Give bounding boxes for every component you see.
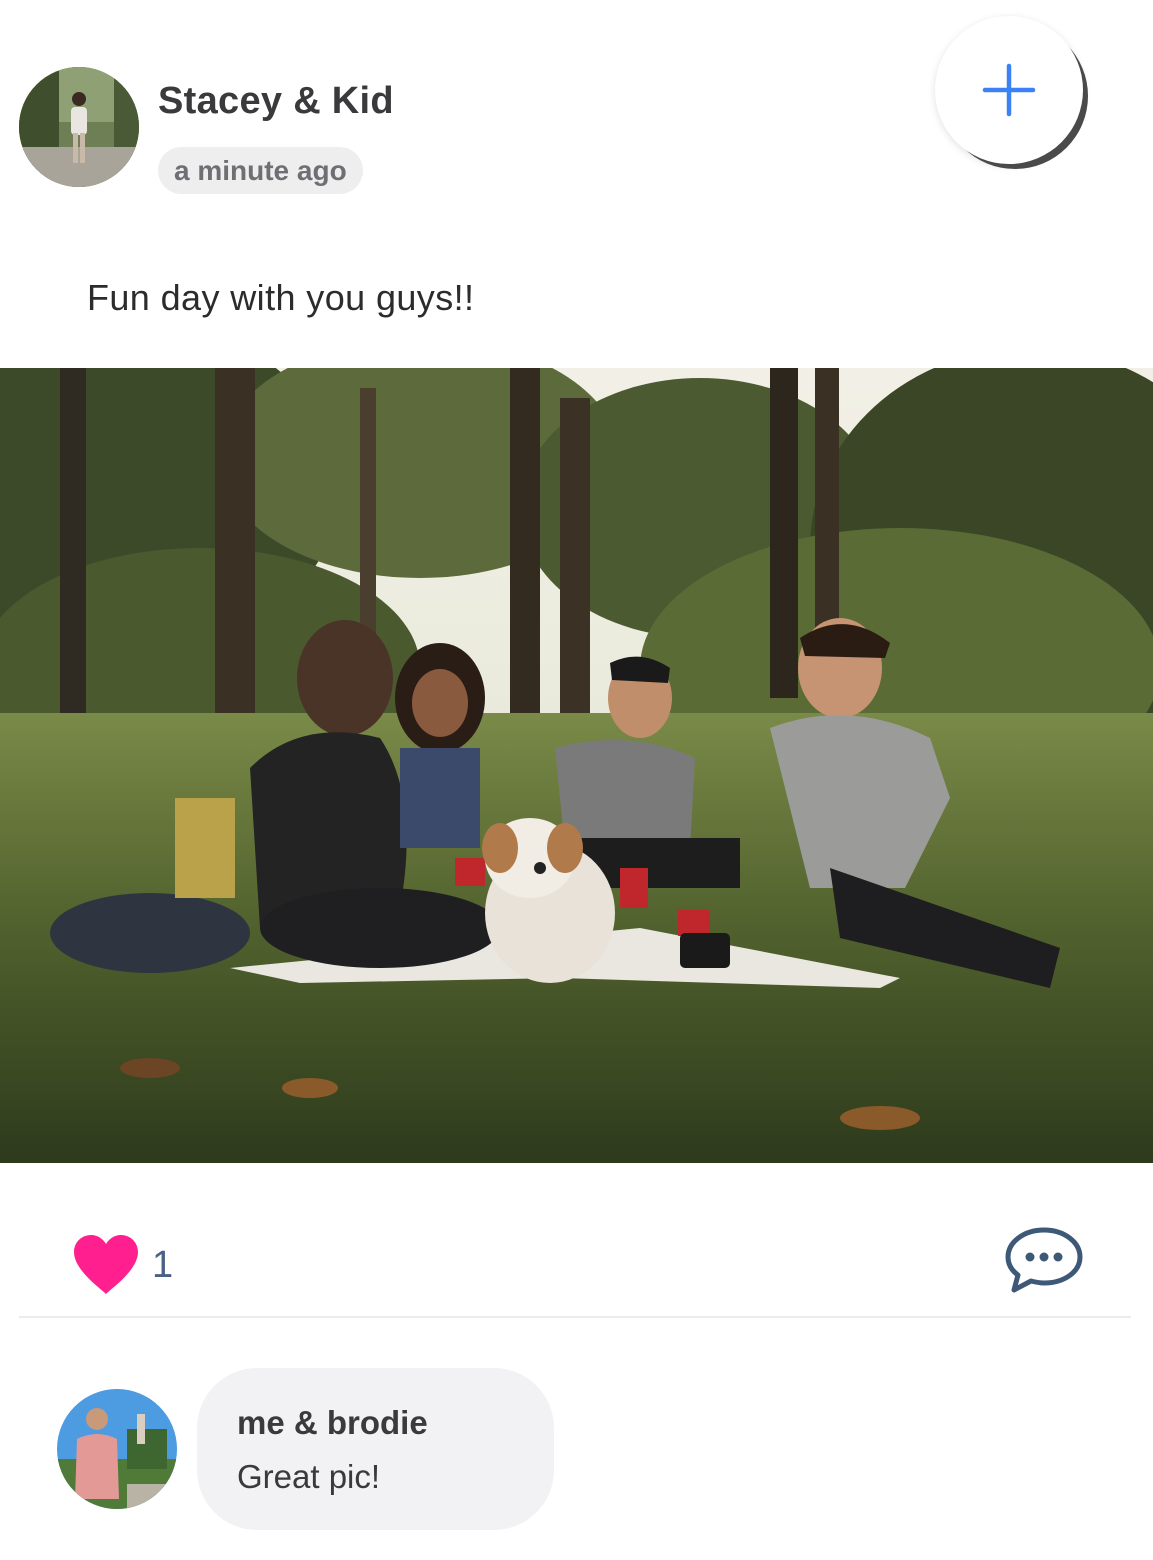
like-count: 1 bbox=[152, 1244, 174, 1286]
comment-button[interactable] bbox=[1003, 1225, 1085, 1295]
commenter-avatar-image bbox=[57, 1389, 177, 1509]
chat-bubble-icon bbox=[1005, 1227, 1083, 1293]
plus-icon bbox=[982, 63, 1036, 117]
like-button[interactable] bbox=[72, 1234, 140, 1296]
heart-icon bbox=[74, 1235, 138, 1294]
comment-author[interactable]: me & brodie bbox=[237, 1404, 428, 1442]
post-timestamp: a minute ago bbox=[158, 147, 363, 194]
comment-bubble: me & brodie Great pic! bbox=[197, 1368, 554, 1530]
author-name[interactable]: Stacey & Kid bbox=[158, 80, 394, 123]
add-post-button[interactable] bbox=[935, 16, 1083, 164]
picnic-photo bbox=[0, 368, 1153, 1163]
comment-text: Great pic! bbox=[237, 1458, 381, 1495]
post-caption: Fun day with you guys!! bbox=[87, 277, 475, 318]
author-avatar-image bbox=[19, 67, 139, 187]
post-screen: Stacey & Kid a minute ago Fun day with y… bbox=[0, 0, 1153, 1560]
divider bbox=[19, 1316, 1131, 1318]
author-avatar[interactable] bbox=[19, 67, 139, 187]
commenter-avatar[interactable] bbox=[57, 1389, 177, 1509]
post-photo[interactable] bbox=[0, 368, 1153, 1163]
